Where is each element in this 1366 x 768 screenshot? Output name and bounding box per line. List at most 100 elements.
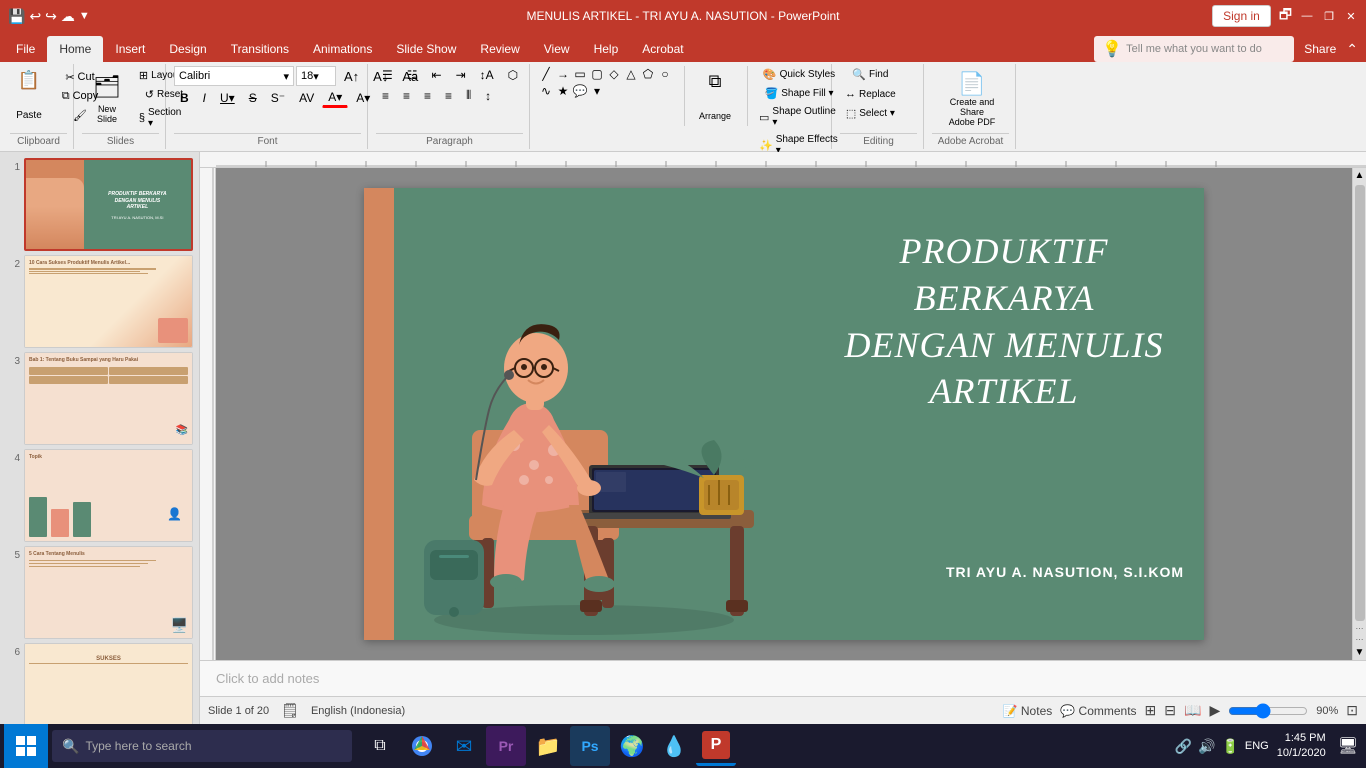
more-shapes[interactable]: ▾: [589, 83, 605, 99]
tab-home[interactable]: Home: [47, 36, 103, 62]
slide-thumb-3[interactable]: 3 Bab 1: Tentang Buku Sampai yang Haru P…: [4, 350, 195, 447]
files-app[interactable]: 📁: [528, 726, 568, 766]
quick-styles-button[interactable]: 🎨Quick Styles: [754, 66, 844, 83]
paste-button[interactable]: 📋 Paste: [10, 66, 48, 126]
right-scrollbar[interactable]: ▲ ⋯ ⋯ ▼: [1352, 168, 1366, 660]
tab-acrobat[interactable]: Acrobat: [630, 36, 695, 62]
network-icon[interactable]: 🔗: [1175, 738, 1192, 755]
tell-me-input[interactable]: 💡 Tell me what you want to do: [1094, 36, 1294, 62]
premiere-app[interactable]: Pr: [486, 726, 526, 766]
align-right-button[interactable]: ≡: [418, 87, 437, 105]
taskview-button[interactable]: ⧉: [360, 726, 400, 766]
canvas-area[interactable]: Produktif berkaryadengan menulisartikel …: [216, 168, 1352, 660]
sign-in-button[interactable]: Sign in: [1212, 5, 1271, 27]
replace-button[interactable]: ↔Replace: [840, 86, 901, 102]
show-desktop-button[interactable]: 🖥: [1334, 736, 1362, 756]
tab-slideshow[interactable]: Slide Show: [384, 36, 468, 62]
create-pdf-button[interactable]: 📄 Create and ShareAdobe PDF: [932, 66, 1012, 126]
strikethrough-button[interactable]: S: [243, 89, 263, 107]
presenter-view-button[interactable]: ▶: [1209, 702, 1220, 719]
scroll-up-button[interactable]: ▲: [1353, 168, 1366, 183]
dropdown-icon[interactable]: ▼: [79, 10, 90, 22]
tab-help[interactable]: Help: [582, 36, 631, 62]
font-color-button[interactable]: A▾: [322, 88, 348, 108]
select-button[interactable]: ⬚Select ▾: [840, 105, 901, 122]
comments-button[interactable]: 💬 Comments: [1060, 704, 1136, 718]
close-button[interactable]: ✕: [1344, 9, 1358, 23]
slide-presenter[interactable]: TRI AYU A. NASUTION, S.I.KOM: [946, 564, 1184, 580]
star-shape[interactable]: ★: [555, 83, 571, 99]
outlook-app[interactable]: ✉: [444, 726, 484, 766]
tray-clock[interactable]: 1:45 PM 10/1/2020: [1277, 731, 1326, 762]
slide-sorter-button[interactable]: ⊟: [1164, 702, 1176, 719]
tab-view[interactable]: View: [532, 36, 582, 62]
reading-view-button[interactable]: 📖: [1184, 702, 1201, 719]
notes-bar[interactable]: Click to add notes: [200, 660, 1366, 696]
slide-thumb-4[interactable]: 4 Topik 👤: [4, 447, 195, 544]
text-direction-button[interactable]: ↕A: [474, 66, 500, 84]
font-size-combo[interactable]: 18 ▾: [296, 66, 336, 86]
collapse-ribbon-icon[interactable]: ⌃: [1346, 41, 1358, 58]
slide-image-3[interactable]: Bab 1: Tentang Buku Sampai yang Haru Pak…: [24, 352, 193, 445]
taskbar-search[interactable]: 🔍 Type here to search: [52, 730, 352, 762]
tab-review[interactable]: Review: [468, 36, 531, 62]
decrease-indent-button[interactable]: ⇤: [426, 66, 448, 84]
convert-to-smartart-button[interactable]: ⬡: [502, 66, 524, 84]
arrow-shape[interactable]: →: [555, 66, 571, 82]
bullets-button[interactable]: ☰: [376, 66, 399, 84]
pentagon-shape[interactable]: ⬠: [640, 66, 656, 82]
normal-view-button[interactable]: ⊞: [1145, 702, 1157, 719]
text-shadow-button[interactable]: S⁻: [265, 89, 291, 107]
share-button[interactable]: Share: [1304, 42, 1336, 56]
save-cloud-icon[interactable]: ☁: [61, 8, 75, 25]
tab-file[interactable]: File: [4, 36, 47, 62]
minimize-button[interactable]: —: [1300, 9, 1314, 23]
columns-button[interactable]: ⫴: [460, 86, 477, 105]
tab-transitions[interactable]: Transitions: [219, 36, 301, 62]
powerpoint-app[interactable]: P: [696, 726, 736, 766]
font-name-combo[interactable]: Calibri ▾: [174, 66, 294, 86]
slide-thumb-1[interactable]: 1 PRODUKTIF BERKARYADENGAN MENULISARTIKE…: [4, 156, 195, 253]
zoom-slider[interactable]: [1228, 703, 1308, 719]
find-button[interactable]: 🔍Find: [840, 66, 901, 83]
notes-button[interactable]: 📝 Notes: [1003, 704, 1053, 718]
save-icon[interactable]: 💾: [8, 8, 25, 25]
curve-shape[interactable]: ∿: [538, 83, 554, 99]
redo-icon[interactable]: ↪: [45, 8, 57, 25]
underline-button[interactable]: U▾: [214, 89, 241, 107]
slide-image-1[interactable]: PRODUKTIF BERKARYADENGAN MENULISARTIKEL …: [24, 158, 193, 251]
chrome-app[interactable]: [402, 726, 442, 766]
slide-thumb-6[interactable]: 6 SUKSES: [4, 641, 195, 724]
slide-image-5[interactable]: 5 Cara Tentang Menulis 🖥️: [24, 546, 193, 639]
notes-icon[interactable]: 🗒: [281, 702, 299, 719]
scroll-down-button[interactable]: ▼: [1353, 645, 1366, 660]
rect-shape[interactable]: ▭: [572, 66, 588, 82]
slide-image-4[interactable]: Topik 👤: [24, 449, 193, 542]
increase-font-button[interactable]: A↑: [338, 67, 365, 86]
tab-insert[interactable]: Insert: [103, 36, 157, 62]
paint-app[interactable]: 💧: [654, 726, 694, 766]
slide-thumb-5[interactable]: 5 5 Cara Tentang Menulis 🖥️: [4, 544, 195, 641]
undo-icon[interactable]: ↩: [29, 8, 41, 25]
line-shape[interactable]: ╱: [538, 66, 554, 82]
justify-button[interactable]: ≡: [439, 87, 458, 105]
restore-icon[interactable]: 🗗: [1279, 4, 1292, 28]
align-center-button[interactable]: ≡: [397, 87, 416, 105]
new-slide-button[interactable]: 🗂 NewSlide: [82, 69, 132, 129]
tab-animations[interactable]: Animations: [301, 36, 384, 62]
browser-app[interactable]: 🌍: [612, 726, 652, 766]
char-spacing-button[interactable]: AV: [293, 89, 320, 107]
scroll-bot-button[interactable]: ⋯: [1355, 634, 1365, 645]
battery-icon[interactable]: 🔋: [1221, 738, 1238, 755]
scroll-mid-button[interactable]: ⋯: [1355, 623, 1365, 634]
shape-outline-button[interactable]: ▭Shape Outline ▾: [754, 104, 844, 130]
scroll-thumb[interactable]: [1355, 185, 1365, 621]
arrange-button[interactable]: ⧉ Arrange: [691, 66, 739, 126]
triangle-shape[interactable]: △: [623, 66, 639, 82]
start-button[interactable]: [4, 724, 48, 768]
shape-fill-button[interactable]: 🪣Shape Fill ▾: [754, 85, 844, 102]
slide-title[interactable]: Produktif berkaryadengan menulisartikel: [824, 228, 1184, 415]
rounded-rect-shape[interactable]: ▢: [589, 66, 605, 82]
italic-button[interactable]: I: [197, 89, 212, 107]
bold-button[interactable]: B: [174, 89, 195, 107]
